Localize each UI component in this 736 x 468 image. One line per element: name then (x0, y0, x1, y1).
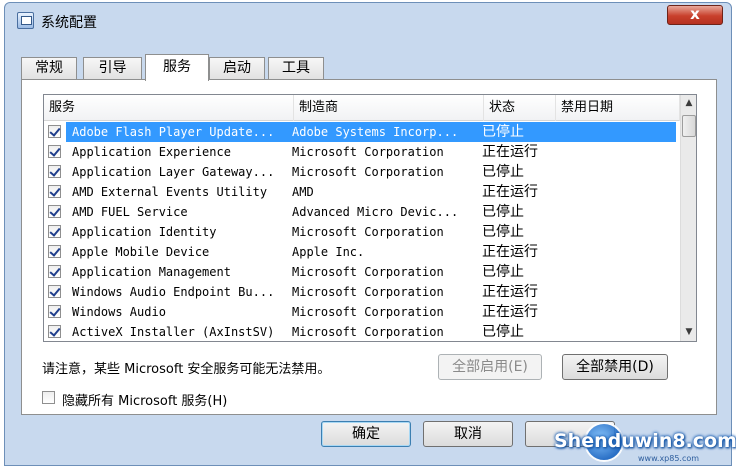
service-status: 正在运行 (482, 284, 538, 300)
tab-tools[interactable]: 工具 (268, 57, 324, 80)
table-row[interactable]: Application Identity Microsoft Corporati… (44, 222, 680, 242)
service-checkbox[interactable] (48, 285, 61, 298)
service-vendor: Microsoft Corporation (292, 145, 444, 159)
table-row[interactable]: AMD FUEL Service Advanced Micro Devic...… (44, 202, 680, 222)
close-button[interactable]: x (667, 5, 723, 25)
service-name: Application Identity (72, 225, 217, 239)
service-name: Application Experience (72, 145, 231, 159)
cancel-button[interactable]: 取消 (423, 421, 513, 447)
disable-all-button[interactable]: 全部禁用(D) (562, 354, 668, 380)
service-name: Apple Mobile Device (72, 245, 210, 259)
service-vendor: AMD (292, 185, 314, 199)
column-header-manufacturer[interactable]: 制造商 (294, 95, 484, 121)
service-status: 正在运行 (482, 144, 538, 160)
ok-button[interactable]: 确定 (321, 421, 411, 447)
service-status: 正在运行 (482, 304, 538, 320)
tab-general[interactable]: 常规 (21, 57, 77, 80)
security-notice: 请注意，某些 Microsoft 安全服务可能无法禁用。 (42, 362, 331, 377)
service-status: 正在运行 (482, 244, 538, 260)
service-vendor: Microsoft Corporation (292, 225, 444, 239)
list-header: 服务 制造商 状态 禁用日期 (44, 95, 680, 121)
service-name: Adobe Flash Player Update... (72, 125, 275, 139)
tab-services[interactable]: 服务 (145, 54, 209, 81)
service-checkbox[interactable] (48, 165, 61, 178)
table-row[interactable]: Apple Mobile Device Apple Inc. 正在运行 (44, 242, 680, 262)
service-vendor: Microsoft Corporation (292, 165, 444, 179)
scroll-down-icon[interactable]: ▼ (681, 324, 696, 341)
services-list[interactable]: 服务 制造商 状态 禁用日期 Adobe Flash Player Update… (43, 94, 697, 342)
service-vendor: Apple Inc. (292, 245, 365, 259)
service-checkbox[interactable] (48, 145, 61, 158)
tab-boot[interactable]: 引导 (83, 57, 142, 80)
service-status: 已停止 (482, 264, 524, 280)
service-name: ActiveX Installer (AxInstSV) (72, 325, 275, 339)
window-title: 系统配置 (41, 15, 97, 31)
service-status: 正在运行 (482, 184, 538, 200)
hide-microsoft-checkbox[interactable] (42, 391, 55, 404)
service-status: 已停止 (482, 124, 524, 140)
table-row[interactable]: Windows Audio Microsoft Corporation 正在运行 (44, 302, 680, 322)
table-row[interactable]: AMD External Events Utility AMD 正在运行 (44, 182, 680, 202)
vertical-scrollbar[interactable]: ▲ ▼ (680, 95, 696, 341)
table-row[interactable]: ActiveX Installer (AxInstSV) Microsoft C… (44, 322, 680, 341)
table-row[interactable]: Application Layer Gateway... Microsoft C… (44, 162, 680, 182)
hide-microsoft-label: 隐藏所有 Microsoft 服务(H) (62, 394, 228, 409)
watermark-logo: Shenduwin8.com www.xp85.com (548, 420, 736, 466)
column-header-disabled-date[interactable]: 禁用日期 (556, 95, 680, 121)
watermark-text: Shenduwin8.com (554, 430, 736, 452)
service-checkbox[interactable] (48, 325, 61, 338)
service-name: AMD FUEL Service (72, 205, 188, 219)
column-header-service[interactable]: 服务 (44, 95, 294, 121)
system-config-window: 系统配置 x 常规 引导 服务 启动 工具 服务 制造商 状态 禁用日期 Ado… (4, 2, 732, 466)
table-row[interactable]: Application Management Microsoft Corpora… (44, 262, 680, 282)
service-name: AMD External Events Utility (72, 185, 268, 199)
enable-all-button[interactable]: 全部启用(E) (438, 354, 542, 380)
tab-startup[interactable]: 启动 (209, 57, 265, 80)
column-header-status[interactable]: 状态 (484, 95, 556, 121)
service-checkbox[interactable] (48, 245, 61, 258)
service-name: Windows Audio (72, 305, 166, 319)
service-status: 已停止 (482, 224, 524, 240)
service-checkbox[interactable] (48, 305, 61, 318)
service-vendor: Microsoft Corporation (292, 325, 444, 339)
service-rows: Adobe Flash Player Update... Adobe Syste… (44, 122, 680, 341)
service-checkbox[interactable] (48, 185, 61, 198)
service-vendor: Microsoft Corporation (292, 305, 444, 319)
msconfig-icon (17, 12, 34, 29)
scroll-thumb[interactable] (682, 115, 696, 137)
service-checkbox[interactable] (48, 125, 61, 138)
service-name: Application Management (72, 265, 231, 279)
service-vendor: Adobe Systems Incorp... (292, 125, 459, 139)
service-vendor: Advanced Micro Devic... (292, 205, 459, 219)
service-status: 已停止 (482, 324, 524, 340)
watermark-url: www.xp85.com (638, 454, 700, 463)
service-checkbox[interactable] (48, 225, 61, 238)
service-name: Windows Audio Endpoint Bu... (72, 285, 275, 299)
table-row[interactable]: Windows Audio Endpoint Bu... Microsoft C… (44, 282, 680, 302)
service-vendor: Microsoft Corporation (292, 285, 444, 299)
service-status: 已停止 (482, 204, 524, 220)
table-row[interactable]: Adobe Flash Player Update... Adobe Syste… (44, 122, 680, 142)
title-bar[interactable]: 系统配置 x (5, 3, 731, 37)
service-checkbox[interactable] (48, 265, 61, 278)
services-panel: 服务 制造商 状态 禁用日期 Adobe Flash Player Update… (21, 79, 717, 415)
service-status: 已停止 (482, 164, 524, 180)
service-name: Application Layer Gateway... (72, 165, 275, 179)
service-checkbox[interactable] (48, 205, 61, 218)
scroll-up-icon[interactable]: ▲ (681, 95, 696, 112)
table-row[interactable]: Application Experience Microsoft Corpora… (44, 142, 680, 162)
service-vendor: Microsoft Corporation (292, 265, 444, 279)
